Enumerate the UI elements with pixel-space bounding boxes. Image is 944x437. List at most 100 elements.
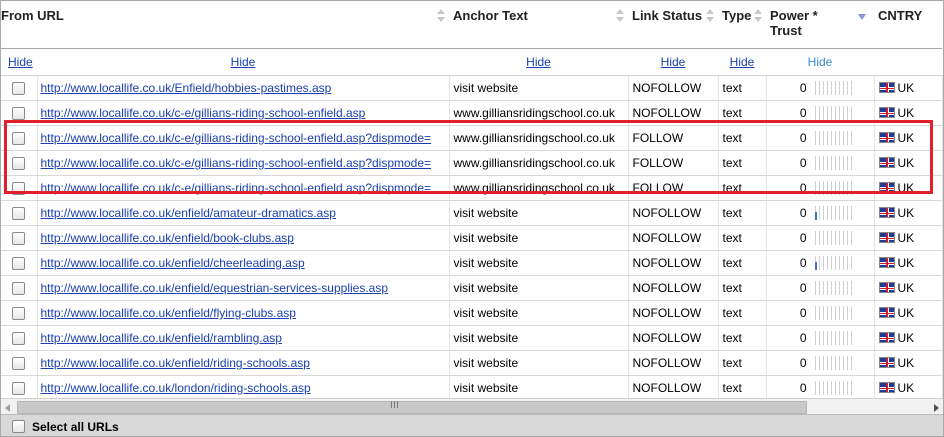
power-trust-cell: 0 bbox=[766, 150, 875, 176]
row-checkbox[interactable] bbox=[12, 232, 26, 246]
scrollbar-thumb[interactable] bbox=[17, 401, 807, 414]
country-code: UK bbox=[897, 256, 915, 270]
table-row: http://www.locallife.co.uk/enfield/eques… bbox=[1, 275, 943, 301]
anchor-text-cell: visit website bbox=[449, 200, 629, 226]
type-cell: text bbox=[718, 200, 767, 226]
country-cell: UK bbox=[874, 275, 943, 301]
from-url-link[interactable]: http://www.locallife.co.uk/enfield/ridin… bbox=[41, 356, 310, 370]
from-url-link[interactable]: http://www.locallife.co.uk/enfield/eques… bbox=[41, 281, 389, 295]
row-checkbox[interactable] bbox=[12, 332, 26, 346]
row-checkbox[interactable] bbox=[12, 357, 26, 371]
table-row: http://www.locallife.co.uk/c-e/gillians-… bbox=[1, 175, 943, 201]
row-checkbox[interactable] bbox=[12, 82, 26, 96]
from-url-link[interactable]: http://www.locallife.co.uk/enfield/cheer… bbox=[41, 256, 305, 270]
hide-anchor-text-link[interactable]: Hide bbox=[526, 55, 551, 69]
country-cell: UK bbox=[874, 100, 943, 126]
scroll-right-icon[interactable] bbox=[934, 404, 939, 412]
hide-power-trust-link[interactable]: Hide bbox=[808, 55, 833, 69]
row-checkbox[interactable] bbox=[12, 132, 26, 146]
from-url-cell: http://www.locallife.co.uk/enfield/rambl… bbox=[37, 325, 450, 351]
country-cell: UK bbox=[874, 300, 943, 326]
row-checkbox-cell bbox=[1, 200, 38, 226]
link-status-cell: FOLLOW bbox=[628, 150, 719, 176]
power-trust-meter-fill bbox=[814, 262, 817, 271]
horizontal-scrollbar[interactable] bbox=[1, 398, 943, 415]
sort-desc-icon[interactable] bbox=[858, 14, 866, 20]
row-checkbox[interactable] bbox=[12, 107, 26, 121]
from-url-cell: http://www.locallife.co.uk/enfield/cheer… bbox=[37, 250, 450, 276]
sort-icon[interactable] bbox=[437, 8, 445, 24]
hide-from-url-link[interactable]: Hide bbox=[231, 55, 256, 69]
row-checkbox[interactable] bbox=[12, 182, 26, 196]
column-header-power-trust[interactable]: Power * Trust bbox=[766, 1, 874, 49]
country-code: UK bbox=[897, 381, 915, 395]
from-url-link[interactable]: http://www.locallife.co.uk/Enfield/hobbi… bbox=[41, 81, 332, 95]
type-cell: text bbox=[718, 75, 767, 101]
power-trust-value: 0 bbox=[799, 380, 807, 395]
type-cell: text bbox=[718, 250, 767, 276]
power-trust-cell: 0 bbox=[766, 125, 875, 151]
power-trust-meter-fill bbox=[814, 212, 817, 221]
column-header-link-status[interactable]: Link Status bbox=[628, 1, 718, 49]
table-row: http://www.locallife.co.uk/enfield/flyin… bbox=[1, 300, 943, 326]
sort-icon[interactable] bbox=[754, 8, 762, 24]
sort-icon[interactable] bbox=[706, 8, 714, 24]
country-cell: UK bbox=[874, 350, 943, 376]
country-code: UK bbox=[897, 331, 915, 345]
from-url-cell: http://www.locallife.co.uk/Enfield/hobbi… bbox=[37, 75, 450, 101]
country-cell: UK bbox=[874, 125, 943, 151]
row-checkbox[interactable] bbox=[12, 282, 26, 296]
row-checkbox[interactable] bbox=[12, 157, 26, 171]
power-trust-value: 0 bbox=[799, 180, 807, 195]
power-trust-meter bbox=[814, 206, 855, 221]
column-header-type[interactable]: Type bbox=[718, 1, 766, 49]
select-all-checkbox[interactable] bbox=[12, 420, 25, 433]
power-trust-value: 0 bbox=[799, 280, 807, 295]
row-checkbox-cell bbox=[1, 225, 38, 251]
sort-icon[interactable] bbox=[616, 8, 624, 24]
hide-link-status-link[interactable]: Hide bbox=[661, 55, 686, 69]
column-header-from-url[interactable]: From URL bbox=[1, 1, 449, 49]
country-code: UK bbox=[897, 181, 915, 195]
power-trust-meter bbox=[814, 81, 855, 96]
country-cell: UK bbox=[874, 325, 943, 351]
link-status-cell: NOFOLLOW bbox=[628, 250, 719, 276]
column-header-anchor-text[interactable]: Anchor Text bbox=[449, 1, 628, 49]
from-url-link[interactable]: http://www.locallife.co.uk/c-e/gillians-… bbox=[41, 106, 366, 120]
from-url-link[interactable]: http://www.locallife.co.uk/london/riding… bbox=[41, 381, 311, 395]
row-checkbox[interactable] bbox=[12, 382, 26, 396]
scroll-left-icon[interactable] bbox=[5, 404, 10, 412]
power-trust-meter bbox=[814, 306, 855, 321]
table-row: http://www.locallife.co.uk/london/riding… bbox=[1, 375, 943, 401]
anchor-text-cell: visit website bbox=[449, 300, 629, 326]
from-url-link[interactable]: http://www.locallife.co.uk/enfield/rambl… bbox=[41, 331, 282, 345]
from-url-link[interactable]: http://www.locallife.co.uk/enfield/amate… bbox=[41, 206, 336, 220]
hide-type-link[interactable]: Hide bbox=[730, 55, 755, 69]
uk-flag-icon bbox=[878, 232, 895, 243]
row-checkbox[interactable] bbox=[12, 207, 26, 221]
country-cell: UK bbox=[874, 200, 943, 226]
table-row: http://www.locallife.co.uk/enfield/amate… bbox=[1, 200, 943, 226]
hide-checkbox-column-link[interactable]: Hide bbox=[8, 55, 33, 69]
link-status-cell: NOFOLLOW bbox=[628, 375, 719, 401]
from-url-link[interactable]: http://www.locallife.co.uk/enfield/book-… bbox=[41, 231, 294, 245]
column-title: From URL bbox=[1, 8, 64, 23]
from-url-cell: http://www.locallife.co.uk/c-e/gillians-… bbox=[37, 100, 450, 126]
row-checkbox-cell bbox=[1, 300, 38, 326]
uk-flag-icon bbox=[878, 282, 895, 293]
power-trust-meter bbox=[814, 331, 855, 346]
link-status-cell: NOFOLLOW bbox=[628, 200, 719, 226]
link-status-cell: NOFOLLOW bbox=[628, 300, 719, 326]
from-url-link[interactable]: http://www.locallife.co.uk/c-e/gillians-… bbox=[41, 181, 432, 195]
from-url-link[interactable]: http://www.locallife.co.uk/enfield/flyin… bbox=[41, 306, 296, 320]
row-checkbox[interactable] bbox=[12, 257, 26, 271]
row-checkbox[interactable] bbox=[12, 307, 26, 321]
power-trust-cell: 0 bbox=[766, 225, 875, 251]
from-url-link[interactable]: http://www.locallife.co.uk/c-e/gillians-… bbox=[41, 156, 432, 170]
from-url-cell: http://www.locallife.co.uk/london/riding… bbox=[37, 375, 450, 401]
column-title: Anchor Text bbox=[453, 8, 528, 23]
column-header-country[interactable]: CNTRY bbox=[874, 1, 942, 49]
country-cell: UK bbox=[874, 250, 943, 276]
from-url-link[interactable]: http://www.locallife.co.uk/c-e/gillians-… bbox=[41, 131, 432, 145]
uk-flag-icon bbox=[878, 207, 895, 218]
